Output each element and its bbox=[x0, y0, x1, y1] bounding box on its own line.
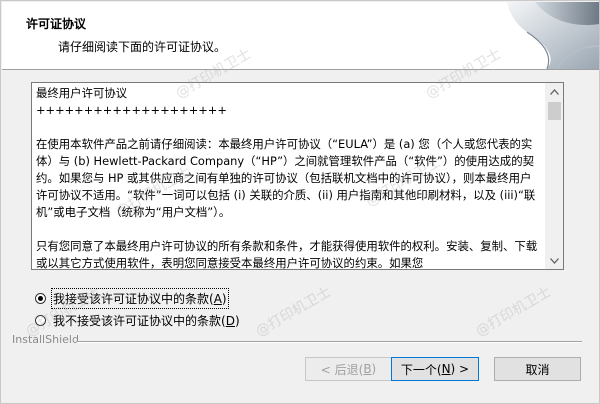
scroll-down-arrow-icon[interactable] bbox=[546, 252, 563, 269]
watermark: @打印机卫士 bbox=[253, 283, 334, 340]
watermark: @打印机卫士 bbox=[473, 283, 554, 340]
radio-selected-dot-icon bbox=[38, 295, 43, 301]
installshield-brand: InstallShield bbox=[12, 333, 79, 346]
installshield-curl-graphic bbox=[487, 2, 599, 69]
license-paragraph: 在使用本软件产品之前请仔细阅读：本最终用户许可协议（“EULA”）是 (a) 您… bbox=[36, 137, 536, 219]
accept-radio-option[interactable]: 我接受该许可证协议中的条款(A) bbox=[35, 287, 229, 309]
vertical-scrollbar[interactable] bbox=[545, 83, 563, 269]
license-text-box[interactable]: 最终用户许可协议 ++++++++++++++++++++ 在使用本软件产品之前… bbox=[31, 82, 564, 270]
accept-label[interactable]: 我接受该许可证协议中的条款(A) bbox=[51, 287, 229, 309]
page-subtitle: 请仔细阅读下面的许可证协议。 bbox=[58, 40, 227, 54]
license-text: 最终用户许可协议 ++++++++++++++++++++ 在使用本软件产品之前… bbox=[36, 85, 540, 269]
accept-radio-button[interactable] bbox=[35, 292, 46, 304]
license-heading: 最终用户许可协议 bbox=[36, 86, 128, 100]
next-button[interactable]: 下一个(N) > bbox=[391, 357, 479, 381]
decline-label[interactable]: 我不接受该许可证协议中的条款(D) bbox=[53, 312, 240, 329]
decline-radio-button[interactable] bbox=[35, 314, 46, 326]
cancel-button[interactable]: 取消 bbox=[494, 357, 581, 381]
license-paragraph: 只有您同意了本最终用户许可协议的所有条款和条件，才能获得使用软件的权利。安装、复… bbox=[36, 239, 538, 269]
decline-radio-option[interactable]: 我不接受该许可证协议中的条款(D) bbox=[35, 311, 240, 329]
license-separator: ++++++++++++++++++++ bbox=[36, 103, 227, 117]
header-panel: 许可证协议 请仔细阅读下面的许可证协议。 bbox=[2, 2, 599, 70]
back-button[interactable]: < 后退(B) bbox=[305, 357, 392, 381]
installer-dialog: 许可证协议 请仔细阅读下面的许可证协议。 最终用户许可协议 ++++++++++… bbox=[0, 0, 600, 404]
page-title: 许可证协议 bbox=[26, 17, 87, 31]
footer-divider bbox=[77, 341, 582, 343]
scroll-up-arrow-icon[interactable] bbox=[546, 83, 563, 100]
scroll-thumb[interactable] bbox=[548, 102, 561, 120]
